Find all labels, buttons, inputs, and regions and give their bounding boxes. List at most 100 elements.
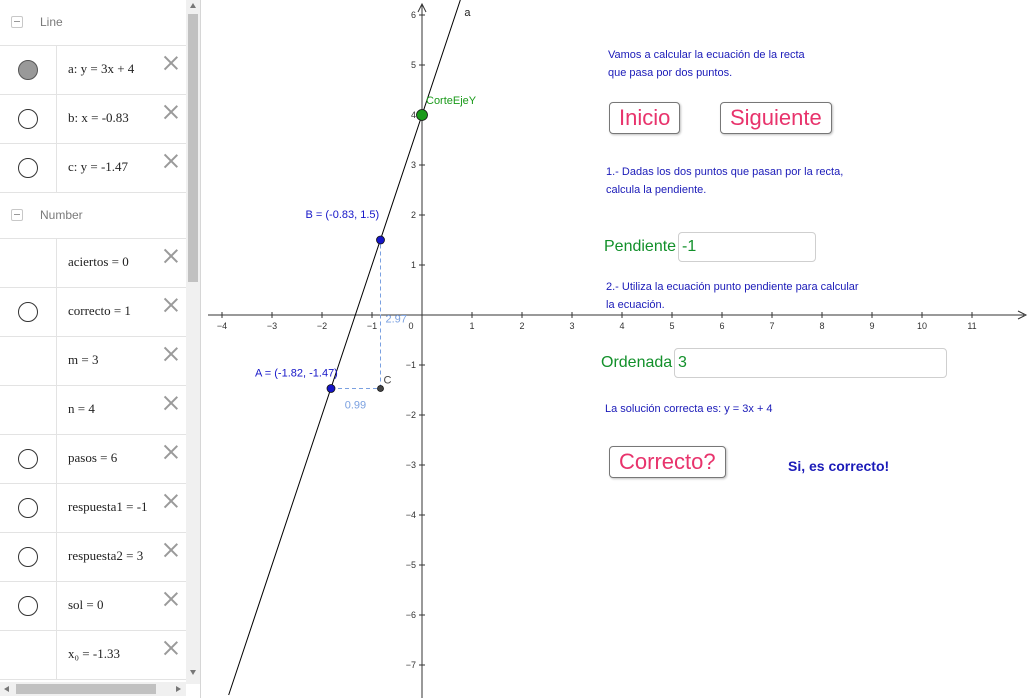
object-formula[interactable]: correcto = 1 (68, 303, 131, 319)
delete-x-icon[interactable] (162, 590, 180, 608)
point-B[interactable] (376, 235, 385, 245)
object-formula[interactable]: sol = 0 (68, 597, 104, 613)
algebra-row-sol[interactable]: sol = 0 (0, 582, 186, 631)
algebra-row-respuesta2[interactable]: respuesta2 = 3 (0, 533, 186, 582)
y-tick-label: 4 (411, 110, 416, 120)
delete-x-icon[interactable] (162, 54, 180, 72)
algebra-row-correcto[interactable]: correcto = 1 (0, 288, 186, 337)
visibility-toggle-icon[interactable] (18, 60, 38, 80)
object-formula[interactable]: x₀ = -1.33 (68, 646, 120, 662)
delete-x-icon[interactable] (162, 345, 180, 363)
object-formula[interactable]: m = 3 (68, 352, 98, 368)
delete-x-icon[interactable] (162, 639, 180, 657)
x-tick-label: −1 (367, 321, 377, 331)
x-tick-label: 10 (917, 321, 927, 331)
vertical-scroll-thumb[interactable] (188, 14, 198, 282)
y-tick-label: 1 (411, 260, 416, 270)
x-tick-label: −2 (317, 321, 327, 331)
algebra-row-m[interactable]: m = 3 (0, 337, 186, 386)
siguiente-button[interactable]: Siguiente (720, 102, 832, 134)
algebra-row-a[interactable]: a: y = 3x + 4 (0, 46, 186, 95)
marble-cell[interactable] (0, 484, 57, 532)
marble-cell[interactable] (0, 95, 57, 143)
x-tick-label: 1 (469, 321, 474, 331)
horizontal-scrollbar[interactable] (0, 682, 186, 696)
algebra-row-aciertos[interactable]: aciertos = 0 (0, 239, 186, 288)
point-A[interactable] (326, 384, 336, 393)
algebra-row-respuesta1[interactable]: respuesta1 = -1 (0, 484, 186, 533)
visibility-toggle-icon[interactable] (18, 596, 38, 616)
marble-cell (0, 337, 57, 385)
scroll-left-arrow-icon[interactable] (4, 686, 9, 692)
slope-rise-label: 2.97 (386, 313, 407, 325)
result-text: Si, es correcto! (788, 458, 890, 474)
group-header-number[interactable]: Number (0, 193, 186, 239)
visibility-toggle-icon[interactable] (18, 302, 38, 322)
delete-x-icon[interactable] (162, 103, 180, 121)
x-tick-label: 7 (769, 321, 774, 331)
pendiente-label: Pendiente (604, 238, 677, 255)
scroll-down-arrow-icon[interactable] (190, 670, 196, 675)
x-tick-label: 11 (967, 321, 976, 331)
vertical-scrollbar[interactable] (186, 0, 200, 684)
delete-x-icon[interactable] (162, 492, 180, 510)
solution-text: La solución correcta es: y = 3x + 4 (605, 403, 773, 415)
marble-cell (0, 631, 57, 679)
visibility-toggle-icon[interactable] (18, 449, 38, 469)
scroll-right-arrow-icon[interactable] (176, 686, 181, 692)
point-CorteEjeY[interactable] (416, 109, 428, 121)
marble-cell[interactable] (0, 288, 57, 336)
ordenada-input[interactable]: 3 (674, 348, 947, 378)
pendiente-input[interactable]: -1 (678, 232, 816, 262)
delete-x-icon[interactable] (162, 296, 180, 314)
point-label-B: B = (-0.83, 1.5) (306, 209, 380, 221)
object-formula[interactable]: a: y = 3x + 4 (68, 61, 134, 77)
visibility-toggle-icon[interactable] (18, 547, 38, 567)
construction-objects: a 0.99 2.97 A = (-1.82, -1.47) B = (-0.83, 1… (228, 0, 477, 696)
scroll-up-arrow-icon[interactable] (190, 3, 196, 8)
collapse-minus-icon[interactable] (11, 16, 23, 28)
marble-cell[interactable] (0, 533, 57, 581)
marble-cell[interactable] (0, 435, 57, 483)
algebra-row-pasos[interactable]: pasos = 6 (0, 435, 186, 484)
visibility-toggle-icon[interactable] (18, 158, 38, 178)
y-tick-label: 3 (411, 160, 416, 170)
visibility-toggle-icon[interactable] (18, 109, 38, 129)
object-formula[interactable]: b: x = -0.83 (68, 110, 129, 126)
algebra-row-c[interactable]: c: y = -1.47 (0, 144, 186, 193)
object-formula[interactable]: respuesta2 = 3 (68, 548, 143, 564)
object-formula[interactable]: aciertos = 0 (68, 254, 129, 270)
delete-x-icon[interactable] (162, 152, 180, 170)
marble-cell[interactable] (0, 144, 57, 192)
object-formula[interactable]: c: y = -1.47 (68, 159, 128, 175)
correcto-button[interactable]: Correcto? (609, 446, 726, 478)
algebra-row-x0[interactable]: x₀ = -1.33 (0, 631, 186, 680)
delete-x-icon[interactable] (162, 247, 180, 265)
inicio-button[interactable]: Inicio (609, 102, 681, 134)
object-formula[interactable]: pasos = 6 (68, 450, 117, 466)
visibility-toggle-icon[interactable] (18, 498, 38, 518)
collapse-minus-icon[interactable] (11, 209, 23, 221)
intro-text-line1: Vamos a calcular la ecuación de la recta (608, 49, 805, 61)
y-tick-label: −5 (406, 560, 416, 570)
x-tick-label: 6 (719, 321, 724, 331)
delete-x-icon[interactable] (162, 541, 180, 559)
delete-x-icon[interactable] (162, 443, 180, 461)
y-tick-label: 2 (411, 210, 416, 220)
algebra-row-n[interactable]: n = 4 (0, 386, 186, 435)
point-label-C: C (384, 375, 392, 387)
delete-x-icon[interactable] (162, 394, 180, 412)
marble-cell[interactable] (0, 46, 57, 94)
marble-cell (0, 386, 57, 434)
x-tick-label: 8 (819, 321, 824, 331)
line-a-label: a (464, 7, 471, 19)
step2-text-line2: la ecuación. (606, 299, 665, 311)
group-header-line[interactable]: Line (0, 0, 186, 46)
object-formula[interactable]: respuesta1 = -1 (68, 499, 148, 515)
marble-cell[interactable] (0, 582, 57, 630)
graphics-view[interactable]: −4 −3 −2 −1 0 1 2 3 4 5 6 7 8 9 10 11 −7 −6 −5 −4 −3 −2 −1 1 2 3 4… (201, 0, 1030, 698)
algebra-row-b[interactable]: b: x = -0.83 (0, 95, 186, 144)
step1-text-line2: calcula la pendiente. (606, 184, 707, 196)
object-formula[interactable]: n = 4 (68, 401, 95, 417)
horizontal-scroll-thumb[interactable] (16, 684, 156, 694)
